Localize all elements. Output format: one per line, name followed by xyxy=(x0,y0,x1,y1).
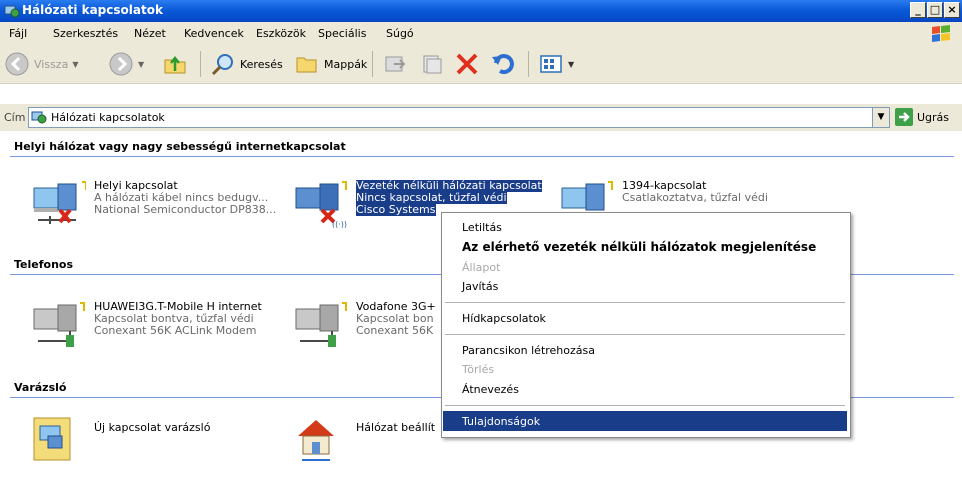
windows-logo-icon xyxy=(932,25,950,42)
undo-button[interactable] xyxy=(490,51,516,77)
folders-icon xyxy=(296,57,317,73)
menu-item-disable[interactable]: Letiltás xyxy=(462,221,502,234)
back-arrow-icon xyxy=(5,52,29,76)
back-dropdown-icon: ▼ xyxy=(72,59,79,69)
address-label: Cím xyxy=(4,111,26,124)
wireless-connection-icon: ((·)) xyxy=(295,181,347,228)
menu-advanced[interactable]: Speciális xyxy=(318,27,366,40)
up-folder-icon xyxy=(164,55,186,74)
toolbar: Vissza ▼ ▼ Keresés Mappák ▼ xyxy=(0,45,962,84)
wizard-icon xyxy=(33,417,71,461)
context-menu: Letiltás Az elérhető vezeték nélküli hál… xyxy=(441,212,851,438)
delete-x-icon xyxy=(456,53,478,75)
menu-bar: Fájl Szerkesztés Nézet Kedvencek Eszközö… xyxy=(0,22,962,46)
menu-view[interactable]: Nézet xyxy=(134,27,166,40)
go-arrow-icon xyxy=(895,108,913,126)
lan-connection-icon xyxy=(33,181,86,224)
folders-button[interactable]: Mappák xyxy=(294,51,367,77)
address-dropdown-icon[interactable]: ▼ xyxy=(872,108,889,127)
menu-item-rename[interactable]: Átnevezés xyxy=(462,383,519,396)
home-network-icon xyxy=(298,420,334,461)
window-title: Hálózati kapcsolatok xyxy=(22,3,163,17)
address-bar: Cím Hálózati kapcsolatok ▼ Ugrás xyxy=(0,103,962,132)
connection-status: Csatlakoztatva, tűzfal védi xyxy=(622,191,768,204)
modem-connection-icon xyxy=(295,302,347,347)
svg-text:((·)): ((·)) xyxy=(332,220,347,228)
network-connections-icon xyxy=(31,111,47,124)
search-label: Keresés xyxy=(240,57,283,71)
menu-item-status: Állapot xyxy=(462,261,501,274)
group-header-wizard: Varázsló xyxy=(14,381,67,394)
menu-tools[interactable]: Eszközök xyxy=(256,27,306,40)
menu-item-create-shortcut[interactable]: Parancsikon létrehozása xyxy=(462,344,595,357)
search-button[interactable]: Keresés xyxy=(210,51,283,77)
menu-favorites[interactable]: Kedvencek xyxy=(184,27,244,40)
delete-button[interactable] xyxy=(454,51,480,77)
connection-device: Conexant 56K ACLink Modem xyxy=(94,324,257,337)
move-to-button[interactable] xyxy=(382,51,408,77)
group-header-lan: Helyi hálózat vagy nagy sebességű intern… xyxy=(14,140,346,153)
forward-button[interactable]: ▼ xyxy=(108,51,144,77)
go-button[interactable]: Ugrás xyxy=(895,108,949,126)
menu-help[interactable]: Súgó xyxy=(386,27,414,40)
modem-connection-icon xyxy=(33,302,85,347)
forward-dropdown-icon: ▼ xyxy=(138,59,145,69)
copy-to-icon xyxy=(423,55,442,74)
address-input[interactable]: Hálózati kapcsolatok ▼ xyxy=(28,107,890,128)
network-connections-icon xyxy=(4,5,20,18)
connection-device: Conexant 56K xyxy=(356,324,434,337)
search-icon xyxy=(211,54,233,76)
menu-item-repair[interactable]: Javítás xyxy=(462,280,498,293)
wizard-label: Hálózat beállít xyxy=(356,421,436,434)
views-icon xyxy=(540,55,562,73)
connection-device: Cisco Systems xyxy=(356,203,436,216)
close-button[interactable]: × xyxy=(944,2,960,18)
views-dropdown-icon: ▼ xyxy=(568,59,575,69)
menu-edit[interactable]: Szerkesztés xyxy=(53,27,118,40)
menu-item-show-wireless[interactable]: Az elérhető vezeték nélküli hálózatok me… xyxy=(462,240,816,254)
title-bar[interactable]: Hálózati kapcsolatok _ □ × xyxy=(0,0,962,22)
folders-label: Mappák xyxy=(324,57,368,71)
minimize-button[interactable]: _ xyxy=(910,2,926,18)
maximize-button[interactable]: □ xyxy=(927,2,943,18)
move-to-icon xyxy=(385,56,406,72)
views-button[interactable]: ▼ xyxy=(538,51,574,77)
copy-to-button[interactable] xyxy=(418,51,444,77)
menu-item-bridge[interactable]: Hídkapcsolatok xyxy=(462,312,546,325)
forward-arrow-icon xyxy=(109,52,133,76)
undo-icon xyxy=(492,54,514,75)
up-folder-button[interactable] xyxy=(162,51,188,77)
connection-device: National Semiconductor DP838... xyxy=(94,203,277,216)
group-header-phone: Telefonos xyxy=(14,258,74,271)
wizard-label: Új kapcsolat varázsló xyxy=(94,421,211,434)
menu-item-properties[interactable]: Tulajdonságok xyxy=(462,415,540,428)
menu-item-delete: Törlés xyxy=(462,363,495,376)
go-label: Ugrás xyxy=(917,110,950,124)
back-button[interactable]: Vissza ▼ xyxy=(4,51,78,77)
menu-file[interactable]: Fájl xyxy=(9,27,27,40)
address-value: Hálózati kapcsolatok xyxy=(51,111,165,124)
back-label: Vissza xyxy=(34,57,69,71)
